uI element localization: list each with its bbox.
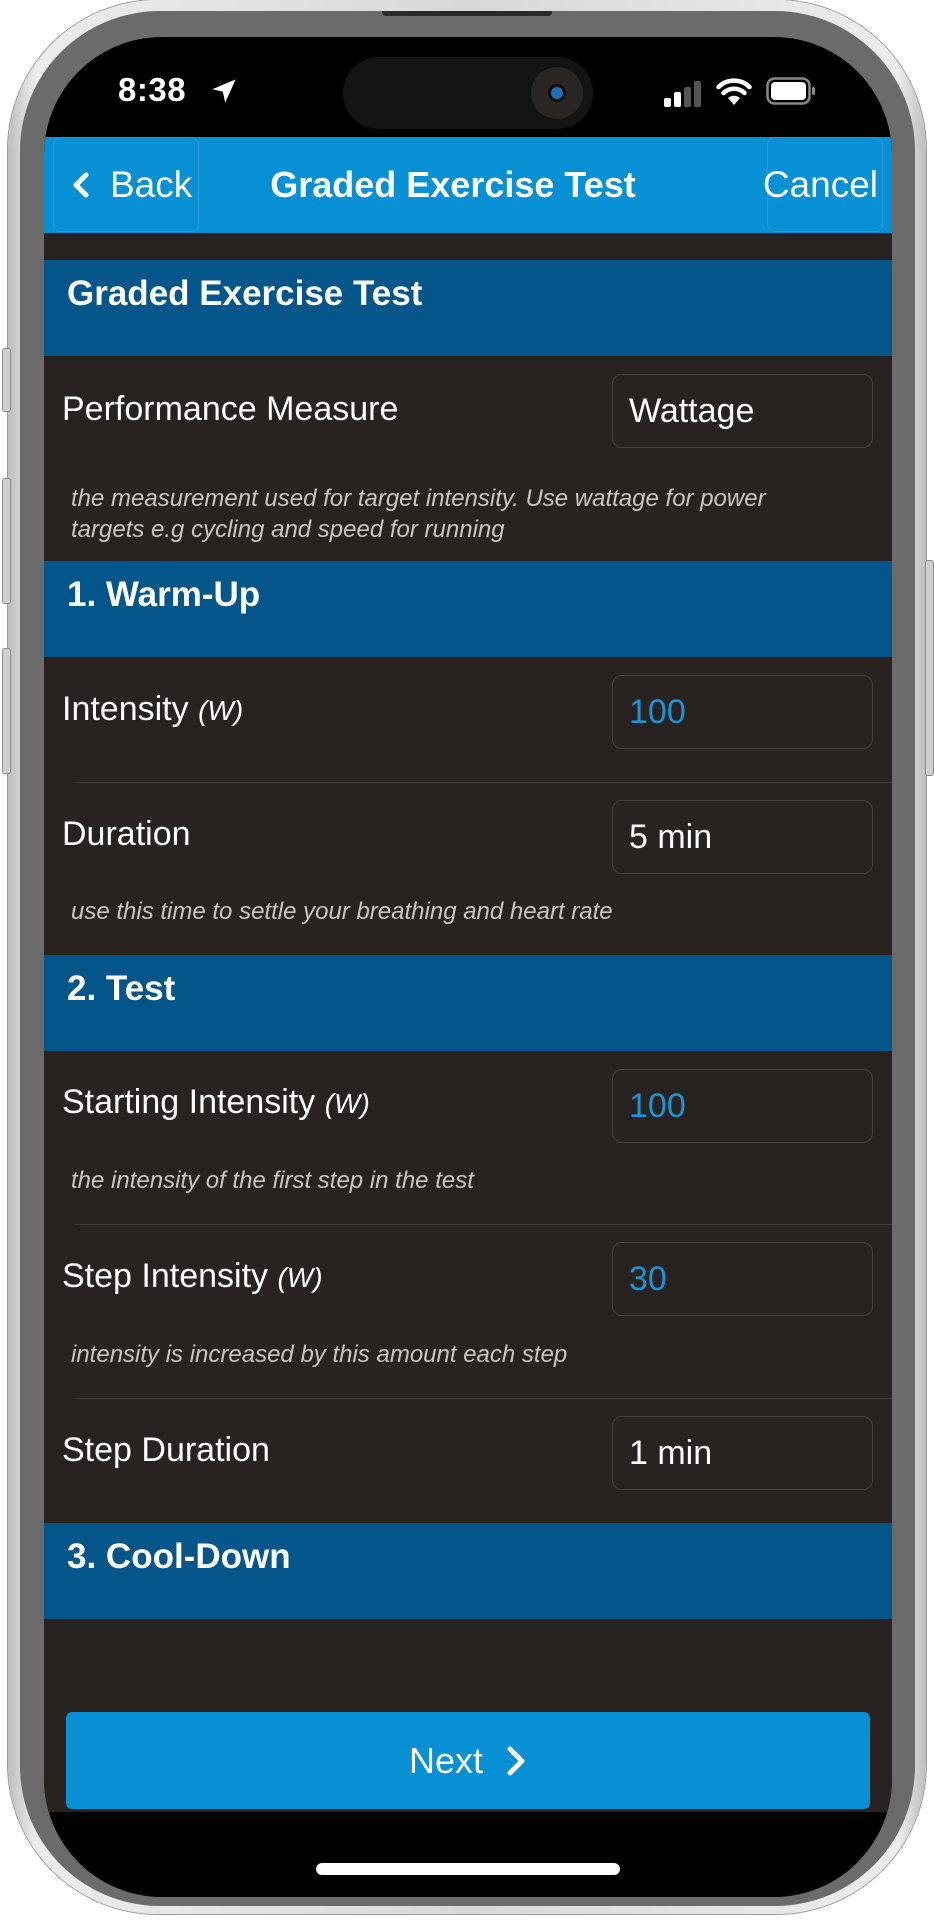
step-intensity-hint: intensity is increased by this amount ea… — [71, 1341, 568, 1368]
starting-intensity-label: Starting Intensity (W) — [62, 1083, 370, 1122]
phone-display: 8:38 Graded Exercise Test Back Cancel Gr… — [44, 37, 892, 1897]
warmup-duration-label-text: Duration — [62, 815, 191, 853]
starting-intensity-label-text: Starting Intensity — [62, 1083, 316, 1121]
home-indicator[interactable] — [316, 1863, 620, 1875]
chevron-right-icon — [507, 1746, 525, 1775]
warmup-intensity-label: Intensity (W) — [62, 690, 243, 729]
row-divider — [75, 1398, 892, 1399]
front-camera — [531, 67, 583, 119]
row-divider — [75, 782, 892, 783]
warmup-intensity-input[interactable]: 100 — [612, 675, 873, 749]
battery-icon — [766, 77, 815, 105]
warmup-duration-input[interactable]: 5 min — [612, 800, 873, 874]
power-button — [925, 560, 934, 776]
section-header-cool-down: 3. Cool-Down — [44, 1523, 892, 1619]
warmup-duration-label: Duration — [62, 815, 191, 854]
dynamic-island — [343, 57, 593, 129]
performance-measure-label-text: Performance Measure — [62, 390, 399, 428]
warmup-intensity-unit: (W) — [198, 695, 244, 726]
back-button[interactable]: Back — [53, 137, 199, 232]
warmup-intensity-label-text: Intensity — [62, 690, 189, 728]
cellular-signal-icon — [664, 81, 701, 107]
section-header-graded-exercise-test: Graded Exercise Test — [44, 260, 892, 356]
starting-intensity-hint: the intensity of the first step in the t… — [71, 1167, 474, 1194]
cancel-label: Cancel — [762, 163, 878, 205]
performance-measure-hint: the measurement used for target intensit… — [71, 485, 766, 543]
row-divider — [75, 1224, 892, 1225]
wifi-icon — [716, 78, 752, 105]
starting-intensity-input[interactable]: 100 — [612, 1069, 873, 1143]
step-intensity-input[interactable]: 30 — [612, 1242, 873, 1316]
navigation-bar: Graded Exercise Test Back Cancel — [44, 137, 892, 233]
cancel-button[interactable]: Cancel — [763, 137, 883, 232]
back-label: Back — [110, 163, 193, 205]
starting-intensity-unit: (W) — [324, 1088, 370, 1119]
status-time: 8:38 — [118, 71, 187, 108]
step-duration-label: Step Duration — [62, 1431, 270, 1470]
step-intensity-label: Step Intensity (W) — [62, 1257, 323, 1296]
next-button[interactable]: Next — [66, 1712, 870, 1809]
section-header-test: 2. Test — [44, 955, 892, 1051]
volume-up-button — [2, 478, 11, 604]
warmup-duration-hint: use this time to settle your breathing a… — [71, 898, 613, 925]
step-duration-label-text: Step Duration — [62, 1431, 270, 1469]
volume-down-button — [2, 648, 11, 774]
chevron-left-icon — [73, 172, 89, 197]
location-arrow-icon — [212, 79, 236, 103]
app-screen: Graded Exercise Test Back Cancel Graded … — [44, 137, 892, 1812]
section-header-warm-up: 1. Warm-Up — [44, 561, 892, 657]
speaker-grille — [382, 11, 552, 16]
step-duration-input[interactable]: 1 min — [612, 1416, 873, 1490]
next-label: Next — [408, 1739, 484, 1781]
performance-measure-select[interactable]: Wattage — [612, 374, 873, 448]
action-button — [2, 348, 11, 412]
performance-measure-label: Performance Measure — [62, 390, 398, 429]
step-intensity-label-text: Step Intensity — [62, 1257, 269, 1295]
step-intensity-unit: (W) — [277, 1262, 323, 1293]
